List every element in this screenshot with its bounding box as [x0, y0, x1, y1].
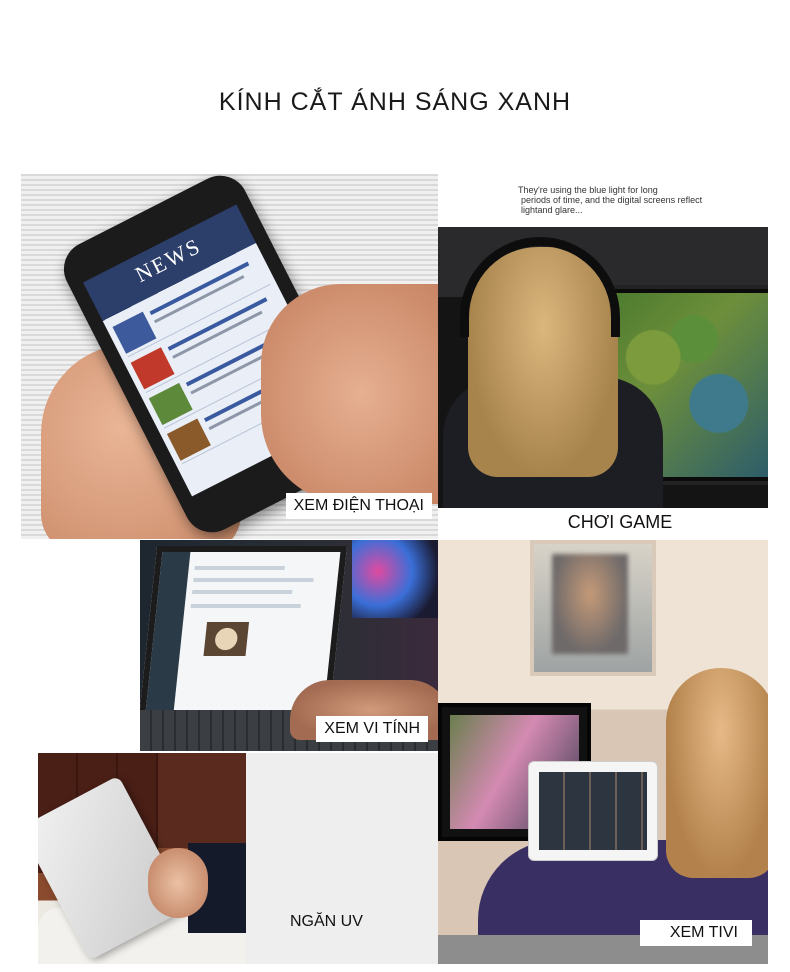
- bed-reading-photo: [38, 753, 246, 964]
- tv-label: XEM TIVI: [639, 920, 752, 946]
- game-label: CHƠI GAME: [567, 512, 673, 532]
- caption-line: They're using the blue light for long: [518, 185, 658, 195]
- caption-line: lightand glare...: [521, 205, 583, 215]
- tablet: [528, 761, 658, 861]
- tv-photo: XEM TIVI: [438, 540, 768, 964]
- background-tv-glow: [352, 540, 438, 618]
- phone-photo: NEWS XEM ĐIỆN THOẠI: [21, 174, 438, 539]
- laptop-label: XEM VI TÍNH: [316, 716, 428, 742]
- page-title: KÍNH CẮT ÁNH SÁNG XANH: [218, 88, 572, 116]
- wall-painting: [530, 540, 656, 676]
- hand: [148, 848, 208, 918]
- headphones: [460, 237, 620, 337]
- gaming-photo: [438, 227, 768, 508]
- uv-label: NGĂN UV: [290, 913, 363, 930]
- uv-panel: NGĂN UV: [246, 753, 438, 964]
- right-hand: [261, 284, 438, 504]
- viewer-hair: [666, 668, 768, 878]
- phone-label: XEM ĐIỆN THOẠI: [285, 493, 432, 519]
- laptop-photo: XEM VI TÍNH: [140, 540, 438, 751]
- caption-line: periods of time, and the digital screens…: [521, 195, 703, 205]
